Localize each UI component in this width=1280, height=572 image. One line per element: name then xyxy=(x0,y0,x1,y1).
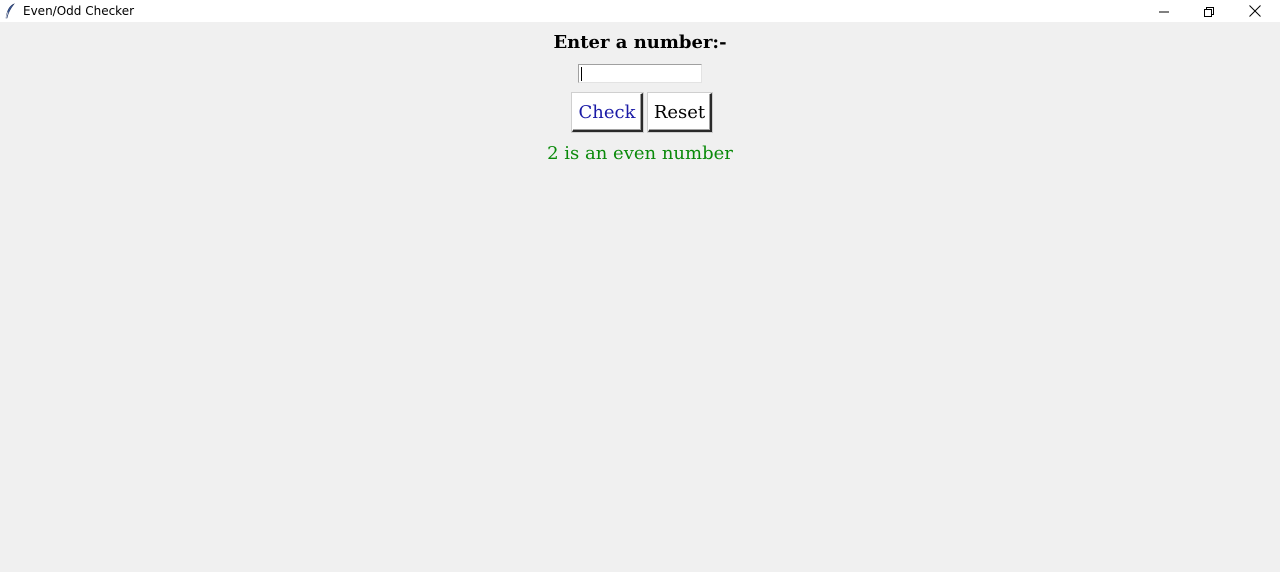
close-button[interactable] xyxy=(1232,0,1278,22)
result-message: 2 is an even number xyxy=(547,143,733,164)
minimize-icon xyxy=(1159,2,1169,21)
restore-button[interactable] xyxy=(1186,0,1232,22)
app-window: Even/Odd Checker Enter a number:- Check … xyxy=(0,0,1280,572)
check-button[interactable]: Check xyxy=(572,93,643,132)
text-caret xyxy=(581,67,582,81)
restore-icon xyxy=(1204,2,1214,21)
number-prompt-label: Enter a number:- xyxy=(553,32,727,53)
number-input[interactable] xyxy=(578,64,702,83)
close-icon xyxy=(1249,2,1261,21)
minimize-button[interactable] xyxy=(1141,0,1187,22)
main-content: Enter a number:- Check Reset 2 is an eve… xyxy=(0,22,1280,572)
feather-icon xyxy=(4,3,16,19)
reset-button[interactable]: Reset xyxy=(648,93,712,132)
window-title: Even/Odd Checker xyxy=(23,4,135,18)
title-bar: Even/Odd Checker xyxy=(0,0,1280,22)
